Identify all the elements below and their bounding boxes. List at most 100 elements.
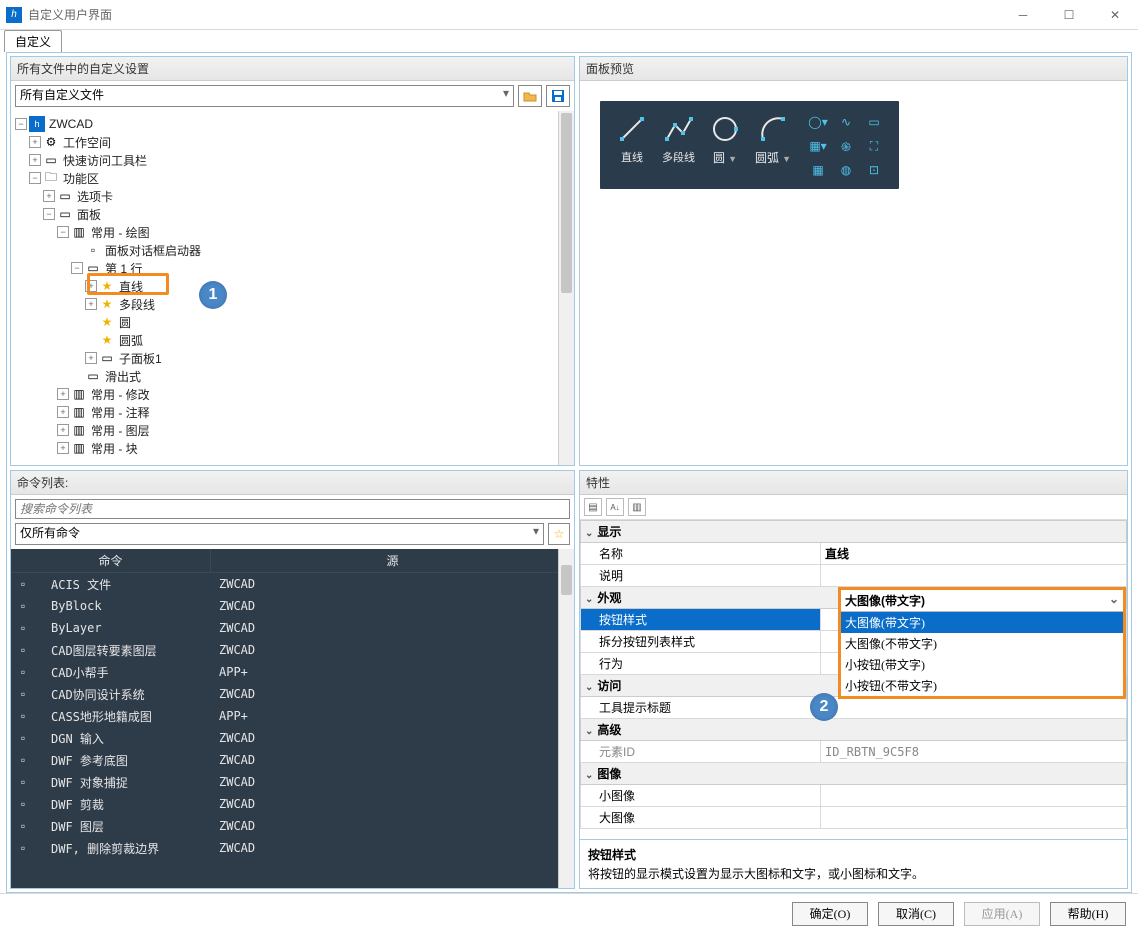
scrollbar-vertical[interactable] <box>558 549 574 888</box>
tree-item-ribbon[interactable]: 功能区 <box>63 170 99 187</box>
ok-button[interactable]: 确定(O) <box>792 902 868 926</box>
customization-tree[interactable]: −hZWCAD +⚙工作空间 +▭快速访问工具栏 −🗀功能区 +▭选项卡 −▭面… <box>11 111 574 461</box>
prop-tooltip-value[interactable] <box>821 697 1127 719</box>
prop-largeimage-key[interactable]: 大图像 <box>581 807 821 829</box>
tree-toggle[interactable]: + <box>57 388 69 400</box>
tree-toggle[interactable]: + <box>85 280 97 292</box>
command-row[interactable]: ▫CAD小帮手APP+ <box>11 661 574 683</box>
prop-desc-value[interactable] <box>821 565 1127 587</box>
command-row[interactable]: ▫DGN 输入ZWCAD <box>11 727 574 749</box>
prop-category-display[interactable]: 显示 <box>597 525 621 539</box>
tree-toggle[interactable]: + <box>57 424 69 436</box>
command-row[interactable]: ▫DWF 对象捕捉ZWCAD <box>11 771 574 793</box>
tree-item-panel-block[interactable]: 常用 - 块 <box>91 440 138 457</box>
prop-name-value[interactable]: 直线 <box>821 543 1127 565</box>
prop-largeimage-value[interactable] <box>821 807 1127 829</box>
prop-category-access[interactable]: 访问 <box>597 679 621 693</box>
tree-toggle[interactable]: − <box>43 208 55 220</box>
tree-toggle[interactable]: − <box>57 226 69 238</box>
tree-item-dialog-launcher[interactable]: 面板对话框启动器 <box>105 242 201 259</box>
command-row[interactable]: ▫ByBlockZWCAD <box>11 595 574 617</box>
chevron-down-icon[interactable]: ⌄ <box>585 528 593 539</box>
tree-toggle[interactable]: + <box>29 154 41 166</box>
tree-item-line[interactable]: 直线 <box>119 278 143 295</box>
dropdown-option[interactable]: 大图像(带文字) <box>841 612 1123 633</box>
tree-item-panels[interactable]: 面板 <box>77 206 101 223</box>
search-command-input[interactable] <box>15 499 570 519</box>
cancel-button[interactable]: 取消(C) <box>878 902 954 926</box>
command-row[interactable]: ▫ACIS 文件ZWCAD <box>11 573 574 595</box>
command-row[interactable]: ▫CAD协同设计系统ZWCAD <box>11 683 574 705</box>
prop-behavior-key[interactable]: 行为 <box>581 653 821 675</box>
maximize-button[interactable]: ☐ <box>1046 0 1092 30</box>
tree-item-panel-annotate[interactable]: 常用 - 注释 <box>91 404 150 421</box>
favorite-button[interactable]: ☆ <box>548 523 570 545</box>
tree-item-panel-modify[interactable]: 常用 - 修改 <box>91 386 150 403</box>
tree-item-circle[interactable]: 圆 <box>119 314 131 331</box>
tab-customize[interactable]: 自定义 <box>4 30 62 52</box>
polyline-icon <box>663 113 695 145</box>
tree-item-subpanel1[interactable]: 子面板1 <box>119 350 162 367</box>
prop-category-appearance[interactable]: 外观 <box>597 591 621 605</box>
help-button[interactable]: 帮助(H) <box>1050 902 1126 926</box>
open-file-button[interactable] <box>518 85 542 107</box>
tree-item-polyline[interactable]: 多段线 <box>119 296 155 313</box>
tree-toggle[interactable]: + <box>85 352 97 364</box>
dropdown-selected[interactable]: 大图像(带文字) ⌄ <box>841 590 1123 612</box>
command-row[interactable]: ▫DWF 剪裁ZWCAD <box>11 793 574 815</box>
tree-item-panel-layer[interactable]: 常用 - 图层 <box>91 422 150 439</box>
tree-item-workspace[interactable]: 工作空间 <box>63 134 111 151</box>
prop-category-advanced[interactable]: 高级 <box>597 723 621 737</box>
command-row[interactable]: ▫DWF 参考底图ZWCAD <box>11 749 574 771</box>
expand-button[interactable]: ▥ <box>628 498 646 516</box>
prop-category-image[interactable]: 图像 <box>597 767 621 781</box>
prop-name-key[interactable]: 名称 <box>581 543 821 565</box>
chevron-down-icon[interactable]: ⌄ <box>585 770 593 781</box>
prop-smallimage-key[interactable]: 小图像 <box>581 785 821 807</box>
dropdown-option[interactable]: 小按钮(带文字) <box>841 654 1123 675</box>
chevron-down-icon[interactable]: ⌄ <box>585 594 593 605</box>
tree-toggle[interactable]: + <box>57 442 69 454</box>
tree-toggle[interactable]: + <box>43 190 55 202</box>
prop-smallimage-value[interactable] <box>821 785 1127 807</box>
command-filter-select[interactable]: 仅所有命令 ▾ <box>15 523 544 545</box>
command-row[interactable]: ▫CASS地形地籍成图APP+ <box>11 705 574 727</box>
sort-az-button[interactable]: A↓ <box>606 498 624 516</box>
tree-toggle[interactable]: − <box>29 172 41 184</box>
buttonstyle-dropdown[interactable]: 大图像(带文字) ⌄ 大图像(带文字) 大图像(不带文字) 小按钮(带文字) 小… <box>838 587 1126 699</box>
tree-toggle[interactable]: + <box>85 298 97 310</box>
tree-item-arc[interactable]: 圆弧 <box>119 332 143 349</box>
command-table[interactable]: 命令 源 ▫ACIS 文件ZWCAD▫ByBlockZWCAD▫ByLayerZ… <box>11 549 574 888</box>
tree-toggle[interactable]: + <box>57 406 69 418</box>
tree-toggle[interactable]: + <box>29 136 41 148</box>
dropdown-option[interactable]: 大图像(不带文字) <box>841 633 1123 654</box>
customization-file-select[interactable]: 所有自定义文件 ▾ <box>15 85 514 107</box>
prop-tooltip-key[interactable]: 工具提示标题 <box>581 697 821 719</box>
chevron-down-icon[interactable]: ⌄ <box>585 682 593 693</box>
tree-item-zwcad[interactable]: ZWCAD <box>49 117 93 131</box>
command-row[interactable]: ▫DWF, 删除剪裁边界ZWCAD <box>11 837 574 859</box>
tree-item-tabs[interactable]: 选项卡 <box>77 188 113 205</box>
tree-item-panel-draw[interactable]: 常用 - 绘图 <box>91 224 150 241</box>
categorize-button[interactable]: ▤ <box>584 498 602 516</box>
command-row[interactable]: ▫ByLayerZWCAD <box>11 617 574 639</box>
close-button[interactable]: ✕ <box>1092 0 1138 30</box>
chevron-down-icon[interactable]: ⌄ <box>585 726 593 737</box>
prop-desc-key[interactable]: 说明 <box>581 565 821 587</box>
column-header-command[interactable]: 命令 <box>11 549 211 572</box>
scrollbar-vertical[interactable] <box>558 111 574 465</box>
minimize-button[interactable]: ─ <box>1000 0 1046 30</box>
prop-splitstyle-key[interactable]: 拆分按钮列表样式 <box>581 631 821 653</box>
tree-toggle[interactable]: − <box>71 262 83 274</box>
prop-buttonstyle-key[interactable]: 按钮样式 <box>581 609 821 631</box>
tree-item-quickaccess[interactable]: 快速访问工具栏 <box>63 152 147 169</box>
tree-item-row1[interactable]: 第 1 行 <box>105 260 142 277</box>
tree-toggle[interactable]: − <box>15 118 27 130</box>
dropdown-option[interactable]: 小按钮(不带文字) <box>841 675 1123 696</box>
command-row[interactable]: ▫DWF 图层ZWCAD <box>11 815 574 837</box>
apply-button[interactable]: 应用(A) <box>964 902 1040 926</box>
save-file-button[interactable] <box>546 85 570 107</box>
command-row[interactable]: ▫CAD图层转要素图层ZWCAD <box>11 639 574 661</box>
tree-item-slideout[interactable]: 滑出式 <box>105 368 141 385</box>
column-header-source[interactable]: 源 <box>211 549 574 572</box>
